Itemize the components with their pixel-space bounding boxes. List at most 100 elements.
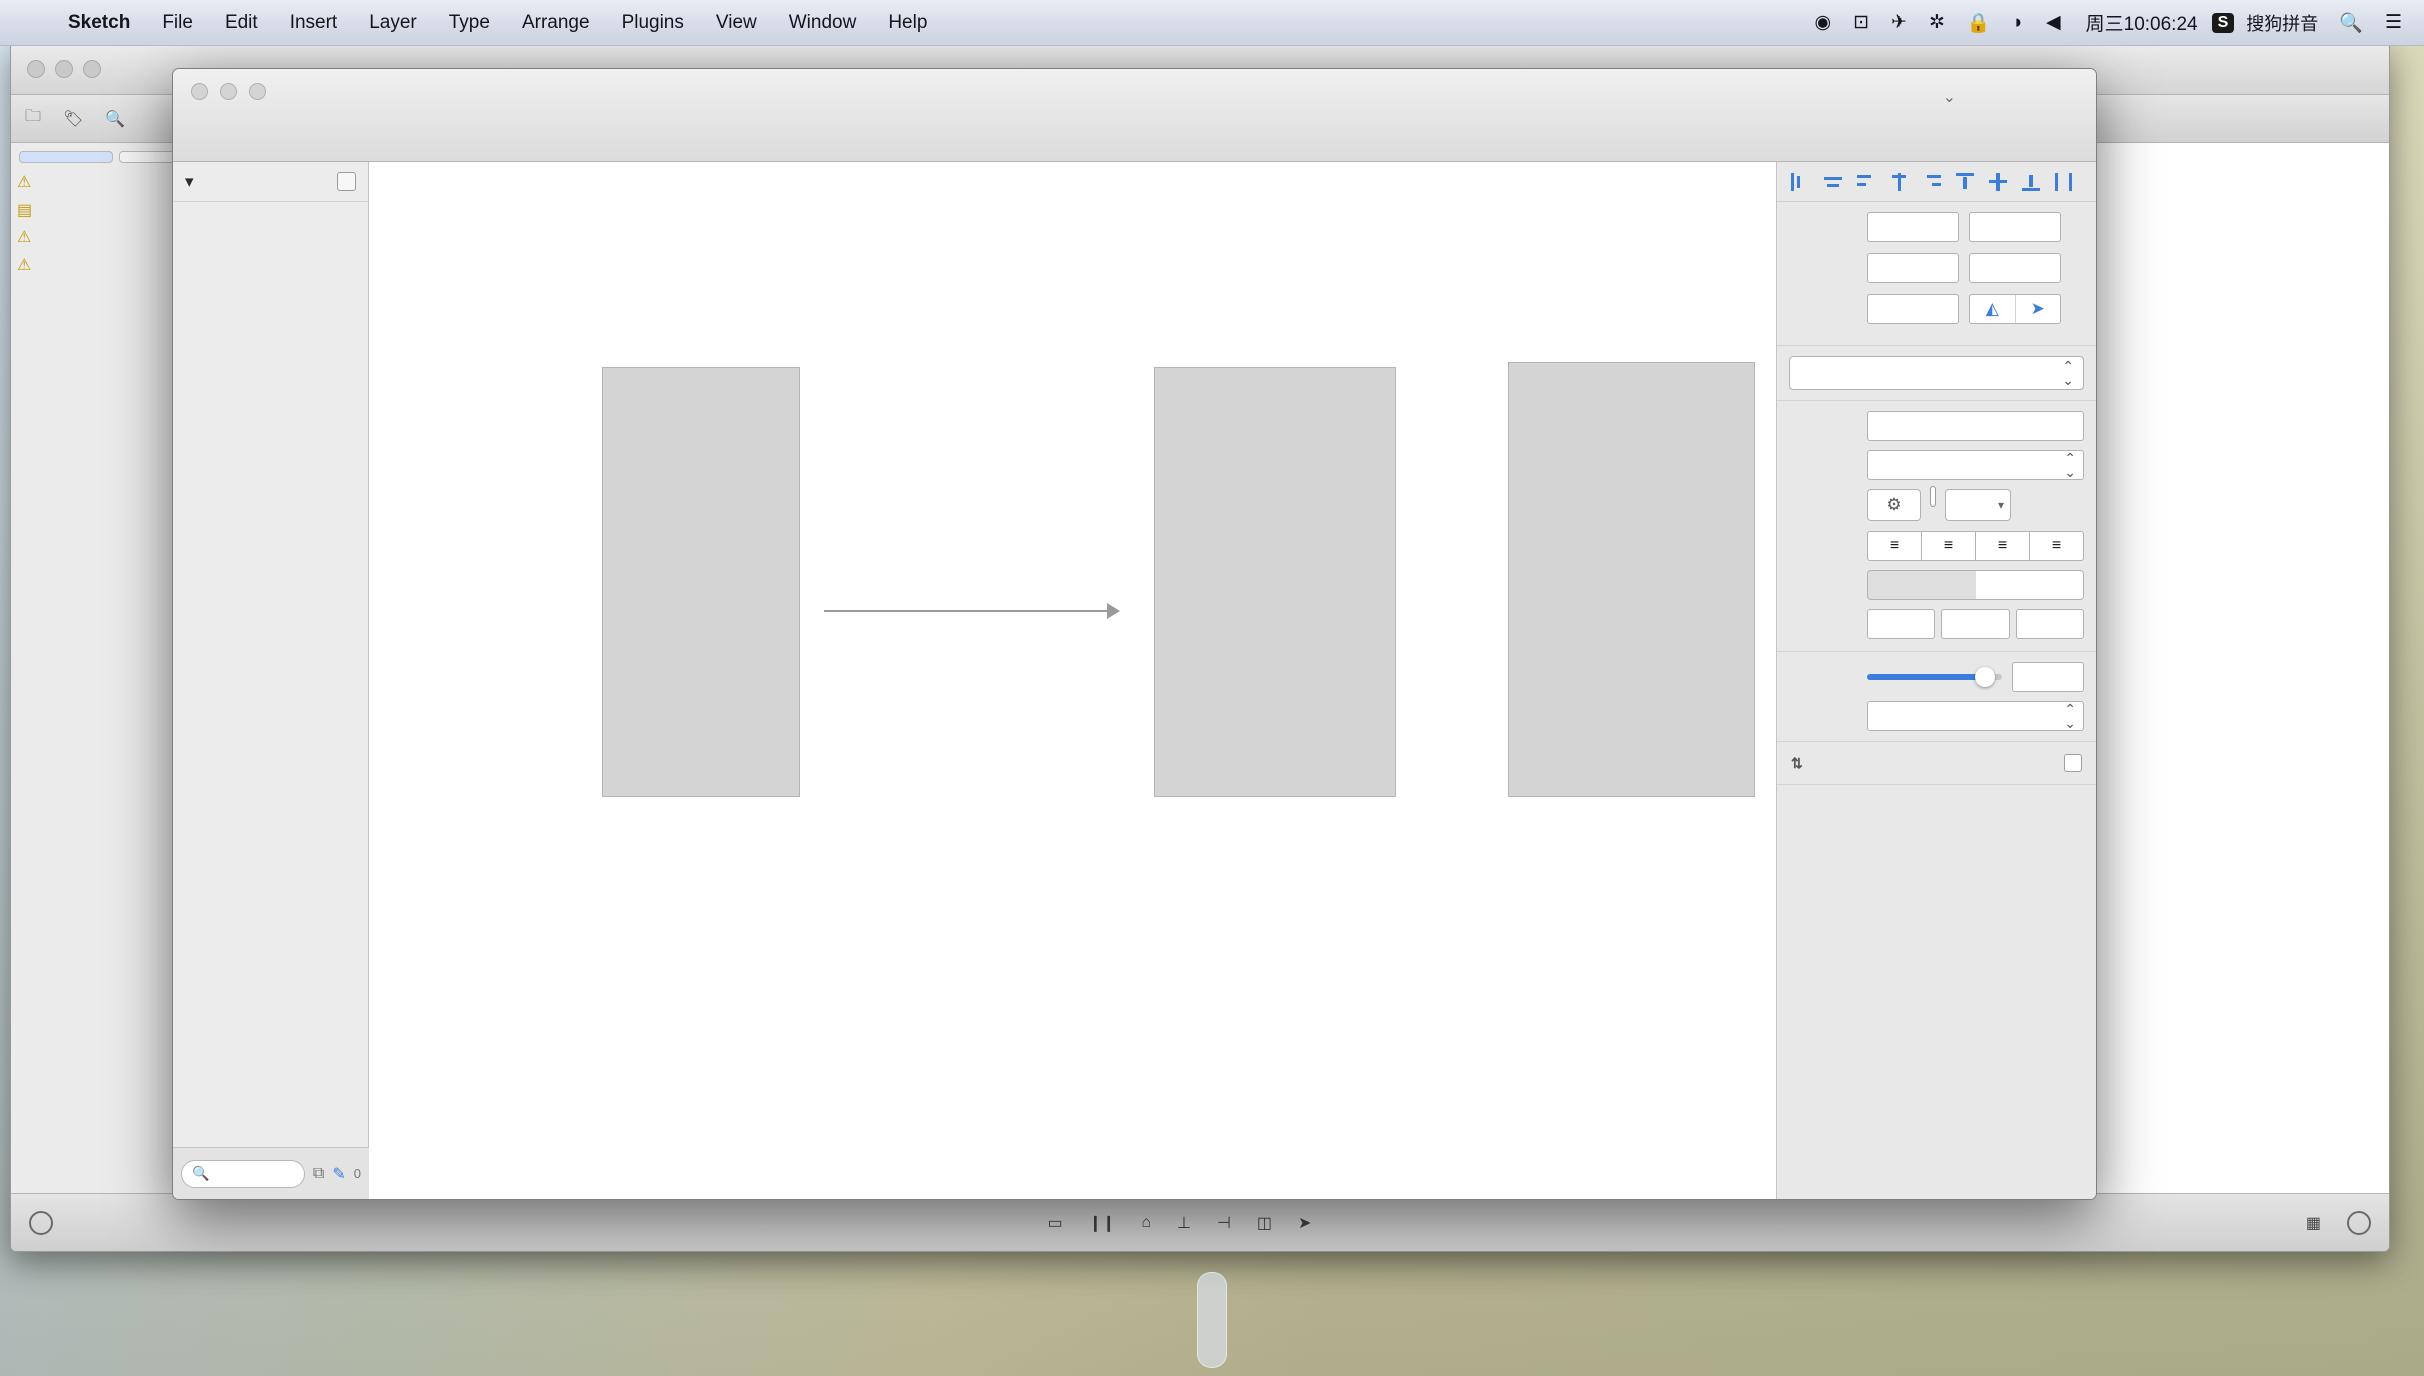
stepper-icon[interactable]: ⇅ <box>1791 755 1803 771</box>
menu-edit[interactable]: Edit <box>209 12 274 34</box>
bluetooth-icon[interactable]: ✲ <box>1918 11 1956 34</box>
close-button[interactable] <box>27 59 45 78</box>
position-y-input[interactable] <box>1969 212 2061 242</box>
search-icon[interactable]: 🔍 <box>105 109 125 129</box>
menubar-clock[interactable]: 周三10:06:24 <box>2072 9 2212 36</box>
align-text-justify-icon[interactable]: ≡ <box>2030 531 2084 561</box>
alignment-buttons[interactable]: ≡ ≡ ≡ ≡ <box>1867 531 2084 561</box>
menu-file[interactable]: File <box>146 12 209 34</box>
design-canvas[interactable] <box>369 162 1776 1199</box>
position-row[interactable] <box>1789 212 2084 242</box>
close-button[interactable] <box>191 83 208 100</box>
weight-select[interactable]: ⌃ ⌄ <box>1867 450 2084 480</box>
home-icon[interactable]: ⌂ <box>1141 1214 1151 1232</box>
flip-vertical-icon[interactable]: ➤ <box>2016 295 2061 323</box>
menu-arrange[interactable]: Arrange <box>506 12 606 34</box>
opacity-slider-knob[interactable] <box>1975 667 1995 687</box>
font-size-input[interactable]: ▾ <box>1945 489 2011 521</box>
align-left-edge-icon[interactable] <box>1857 173 1877 191</box>
geometry-section[interactable]: ◭ ➤ <box>1777 202 2096 346</box>
font-options-button[interactable]: ⚙ <box>1867 489 1921 521</box>
layer-filter-bar[interactable]: 🔍 ⧉ ✎ 0 <box>173 1147 369 1199</box>
height-input[interactable] <box>1969 253 2061 283</box>
record-button[interactable] <box>29 1210 53 1235</box>
inspector-panel[interactable]: ◭ ➤ ⌃ ⌄ ⌃ ⌄ ⚙ ▾ ≡ ≡ ≡ ≡ ⌃ ⌄ ⇅ <box>1776 162 2096 1199</box>
menu-sketch[interactable]: Sketch <box>52 12 146 34</box>
width-mode-row[interactable] <box>1789 570 2084 600</box>
width-mode-segmented[interactable] <box>1867 570 2084 600</box>
align-top-icon[interactable] <box>1956 172 1976 191</box>
align-left-icon[interactable] <box>1791 172 1811 191</box>
width-input[interactable] <box>1867 253 1959 283</box>
text-style-section[interactable]: ⌃ ⌄ <box>1777 346 2096 401</box>
align-horizontal-icon[interactable] <box>1824 173 1844 191</box>
zoom-button[interactable] <box>83 59 101 78</box>
tag-icon[interactable]: 🏷 <box>63 109 83 129</box>
ime-badge-icon[interactable]: S <box>2211 12 2235 33</box>
menu-plugins[interactable]: Plugins <box>606 12 700 34</box>
phone-box[interactable] <box>602 367 800 797</box>
screen-record-icon[interactable]: ⊡ <box>1842 11 1880 34</box>
align-center-icon[interactable] <box>1890 172 1910 191</box>
blending-row[interactable]: ⌃ ⌄ <box>1789 701 2084 731</box>
sketch-window[interactable]: ⌄ ▾ 🔍 ⧉ ✎ 0 ◭ ➤ ⌃ ⌄ ⌃ ⌄ ⚙ ▾ ≡ ≡ ≡ ≡ ⌃ ⌄ … <box>172 68 2097 1200</box>
spacing-line-input[interactable] <box>1941 609 2010 639</box>
vertical-align-icon[interactable]: ⊥ <box>1177 1213 1191 1233</box>
menu-type[interactable]: Type <box>433 12 506 34</box>
align-text-right-icon[interactable]: ≡ <box>1976 531 2030 561</box>
page-options-icon[interactable] <box>337 172 356 191</box>
request-arrow-line[interactable] <box>824 610 1109 612</box>
filter-input[interactable]: 🔍 <box>181 1159 305 1188</box>
macos-menu-bar[interactable]: Sketch File Edit Insert Layer Type Arrange Plug… <box>0 0 2424 46</box>
font-options-row[interactable]: ⚙ ▾ <box>1867 487 2084 521</box>
volume-icon[interactable]: ◀ <box>2035 11 2072 34</box>
gear-icon[interactable]: ⚙ <box>1867 489 1921 521</box>
sketch-toolbar[interactable]: ⌄ <box>173 69 2096 162</box>
align-right-edge-icon[interactable] <box>1923 173 1943 191</box>
wifi-icon[interactable]: ◗ <box>2002 12 2035 34</box>
spacing-paragraph-input[interactable] <box>2015 609 2084 639</box>
pause-icon[interactable]: ❙❙ <box>1089 1213 1116 1233</box>
opacity-row[interactable] <box>1789 662 2084 692</box>
font-color-button[interactable] <box>1931 487 1935 521</box>
page-selector[interactable]: ▾ <box>173 162 368 202</box>
font-size-control[interactable]: ▾ <box>1945 489 2011 521</box>
typeface-input[interactable] <box>1867 411 2084 441</box>
spacing-row[interactable] <box>1789 609 2084 639</box>
lock-icon[interactable]: 🔒 <box>1956 11 2002 35</box>
stepper-icon[interactable]: ⌃ ⌄ <box>2062 359 2074 387</box>
minimize-button[interactable] <box>55 59 73 78</box>
gaussian-blur-checkbox[interactable] <box>2064 754 2082 772</box>
chevron-down-icon[interactable]: ▾ <box>1998 498 2004 512</box>
align-middle-icon[interactable] <box>1989 172 2009 191</box>
server-box[interactable] <box>1154 367 1396 797</box>
duplicate-icon[interactable]: ⧉ <box>313 1165 324 1183</box>
typography-section[interactable]: ⌃ ⌄ ⚙ ▾ ≡ ≡ ≡ ≡ <box>1777 401 2096 652</box>
flip-horizontal-icon[interactable]: ◭ <box>1970 295 2016 323</box>
spacing-inputs[interactable] <box>1867 609 2084 639</box>
transform-row[interactable]: ◭ ➤ <box>1789 294 2084 324</box>
distribute-icon[interactable] <box>2055 172 2075 191</box>
weight-row[interactable]: ⌃ ⌄ <box>1789 450 2084 480</box>
chevron-down-icon[interactable]: ▾ <box>185 172 194 191</box>
minimize-button[interactable] <box>220 83 237 100</box>
stepper-icon[interactable]: ⌃ ⌄ <box>2064 702 2076 730</box>
menu-insert[interactable]: Insert <box>274 12 354 34</box>
navigate-icon[interactable]: ➤ <box>1298 1213 1311 1233</box>
opacity-input[interactable] <box>2012 662 2084 692</box>
ime-label[interactable]: 搜狗拼音 <box>2236 10 2328 36</box>
window-controls[interactable] <box>191 83 266 100</box>
menu-layer[interactable]: Layer <box>353 12 433 34</box>
zoom-button[interactable] <box>249 83 266 100</box>
size-row[interactable] <box>1789 253 2084 283</box>
align-bottom-icon[interactable] <box>2022 173 2042 191</box>
appearance-section[interactable]: ⌃ ⌄ <box>1777 652 2096 742</box>
split-icon[interactable]: ◫ <box>1257 1213 1272 1233</box>
options-button[interactable] <box>2347 1210 2372 1235</box>
rotate-input[interactable] <box>1867 294 1959 324</box>
horizontal-align-icon[interactable]: ⊣ <box>1217 1213 1231 1233</box>
position-x-input[interactable] <box>1867 212 1959 242</box>
airplane-icon[interactable]: ✈ <box>1880 11 1918 34</box>
search-icon[interactable]: 🔍 <box>2328 11 2374 35</box>
folder-icon[interactable]: 🗀 <box>25 105 41 132</box>
